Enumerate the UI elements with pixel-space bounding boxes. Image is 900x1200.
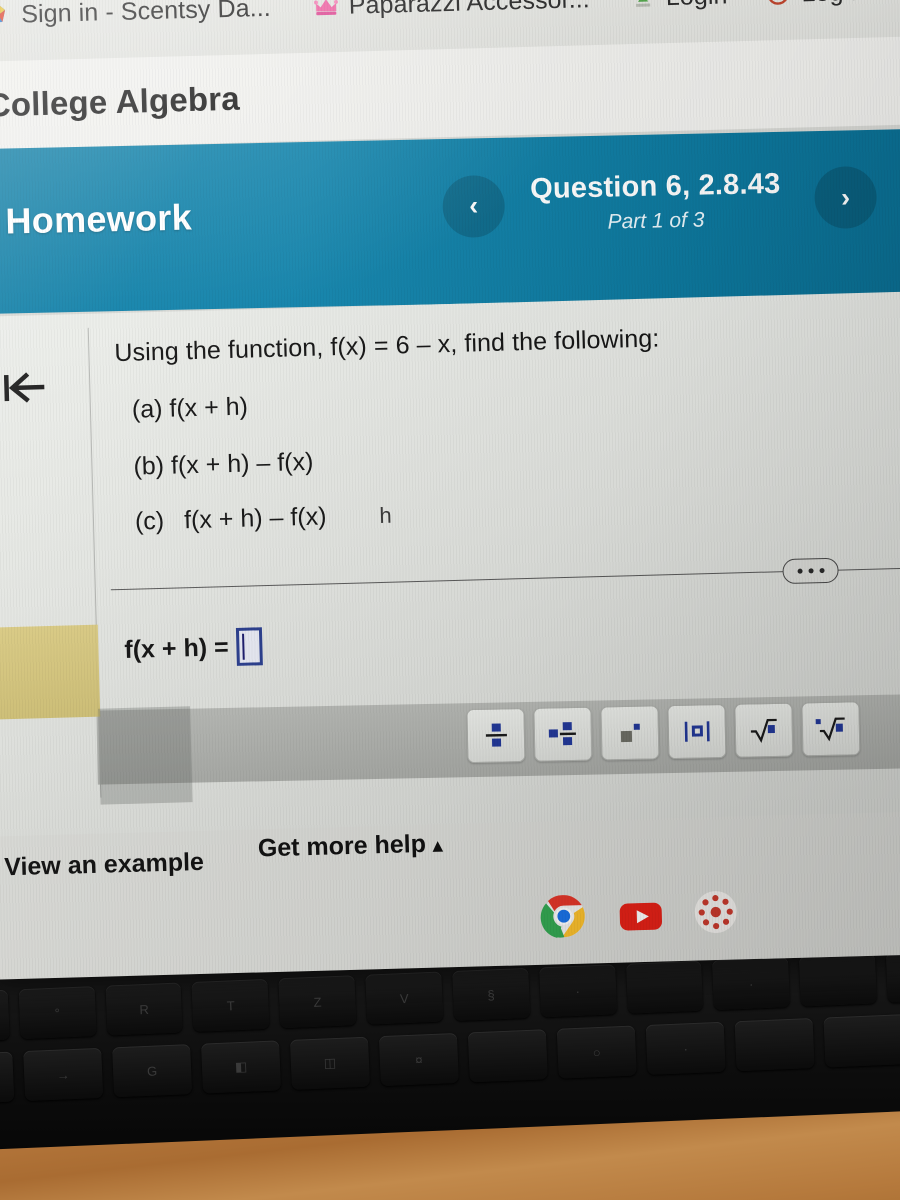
keyboard-key [467,1029,548,1083]
red-circle-icon [767,0,790,5]
exponent-button[interactable] [600,705,660,761]
square-root-icon [750,718,777,743]
app-header: 8 Homework ‹ Question 6, 2.8.43 Part 1 o… [0,127,900,315]
absolute-value-icon [684,721,710,742]
math-palette-toolbar [96,692,900,785]
math-palette-buttons [466,701,861,764]
crown-icon [313,0,338,16]
browser-tab-login-va[interactable]: Log In - Va [755,0,900,26]
question-body: Using the function, f(x) = 6 – x, find t… [114,320,839,537]
browser-tab-login[interactable]: Login [619,0,738,29]
section-divider-row [110,552,900,605]
question-number: Question 6, 2.8.43 [529,167,781,206]
keyboard-key: V [365,971,444,1025]
keyboard-key [885,948,900,1003]
get-more-help-label: Get more help [257,829,427,863]
youtube-icon[interactable] [616,891,665,940]
answer-row: f(x + h) = [124,627,264,669]
ellipsis-dot [796,568,803,574]
keyboard-key: ↵ [0,1051,15,1105]
previous-question-button[interactable]: ‹ [441,174,506,238]
browser-tab-scentsy[interactable]: Sign in - Scentsy Da... [0,0,282,47]
keyboard-key: Z [278,975,357,1029]
screen-shadow-patch [98,706,193,805]
fraction-button[interactable] [466,708,526,764]
ellipsis-dot [807,568,814,574]
question-part-c: (c) f(x + h) – f(x) h [135,489,840,537]
keyboard-key: ○ [556,1025,637,1079]
keyboard-key: ¤ [378,1032,459,1087]
keyboard-key: · [538,964,617,1018]
laptop-screen: Sign in - Scentsy Da... Paparazzi Access… [0,0,900,980]
expand-options-button[interactable] [782,557,839,585]
question-info: Question 6, 2.8.43 Part 1 of 3 [520,168,791,237]
difference-quotient-fraction: f(x + h) – f(x) h [176,501,392,536]
exponent-icon [620,723,640,743]
ellipsis-dot [818,568,825,574]
get-more-help-button[interactable]: Get more help ▴ [257,829,442,863]
keyboard-key [799,953,877,1007]
part-a-label: (a) [131,394,163,424]
part-c-label: (c) [134,506,165,536]
browser-tab-title: Sign in - Scentsy Da... [20,0,272,29]
question-lead-text: Using the function, f(x) = 6 – x, find t… [114,324,660,368]
part-b-text: f(x + h) – f(x) [170,447,314,480]
question-part-status: Part 1 of 3 [607,208,705,234]
nth-root-icon [815,717,845,742]
question-navigation: ‹ Question 6, 2.8.43 Part 1 of 3 [441,168,791,238]
homework-title: 8 Homework [0,196,193,242]
keyboard-key [625,960,704,1014]
keyboard-key: → [23,1047,104,1102]
text-caret [242,633,245,660]
keyboard-key: § [452,967,530,1022]
absolute-value-button[interactable] [667,703,727,760]
keyboard-key [0,989,10,1043]
answer-input[interactable] [236,627,264,666]
fraction-numerator: f(x + h) – f(x) [183,502,327,535]
fraction-denominator: h [379,502,392,529]
skip-to-start-button[interactable] [0,363,56,413]
answer-label: f(x + h) = [124,632,229,664]
question-part-a: (a) f(x + h) [132,377,837,425]
mixed-number-button[interactable] [533,706,593,762]
scentsy-icon [0,4,6,23]
canvas-icon[interactable] [691,887,740,936]
next-question-button[interactable]: › [813,165,878,230]
browser-tab-paparazzi[interactable]: Paparazzi Accessor... [302,0,601,38]
browser-tab-title: Log In - Va [801,0,900,8]
square-root-button[interactable] [734,702,794,758]
chrome-icon[interactable] [539,892,588,941]
screen-edge-reflection [0,624,101,720]
keyboard-key: · [712,956,791,1011]
keyboard-key: ◫ [289,1036,370,1090]
keyboard-key: R [105,982,183,1036]
skip-to-start-icon [3,372,45,403]
nth-root-button[interactable] [801,701,861,757]
keyboard-key: G [112,1044,193,1098]
keyboard-key [734,1018,815,1072]
caret-up-icon: ▴ [432,835,443,857]
keyboard-key: · [645,1021,726,1075]
view-an-example-link[interactable]: View an example [4,848,204,882]
question-part-b: (b) f(x + h) – f(x) [133,434,838,482]
fraction-icon [485,723,507,747]
browser-tab-title: Login [665,0,727,12]
mixed-fraction-icon [548,722,576,746]
part-b-label: (b) [133,451,165,481]
keyboard-key: T [191,978,270,1032]
keyboard-key: ◧ [201,1040,282,1094]
keyboard-key: ° [18,986,97,1040]
browser-tab-title: Paparazzi Accessor... [348,0,591,20]
green-tree-icon [635,0,650,7]
photo-of-laptop-screen: ° R T Z V § · · ↵ → G ◧ ◫ ¤ ○ · [0,0,900,1200]
part-a-text: f(x + h) [169,392,249,423]
page-title: -College Algebra [0,79,241,124]
keyboard-key [823,1013,900,1068]
